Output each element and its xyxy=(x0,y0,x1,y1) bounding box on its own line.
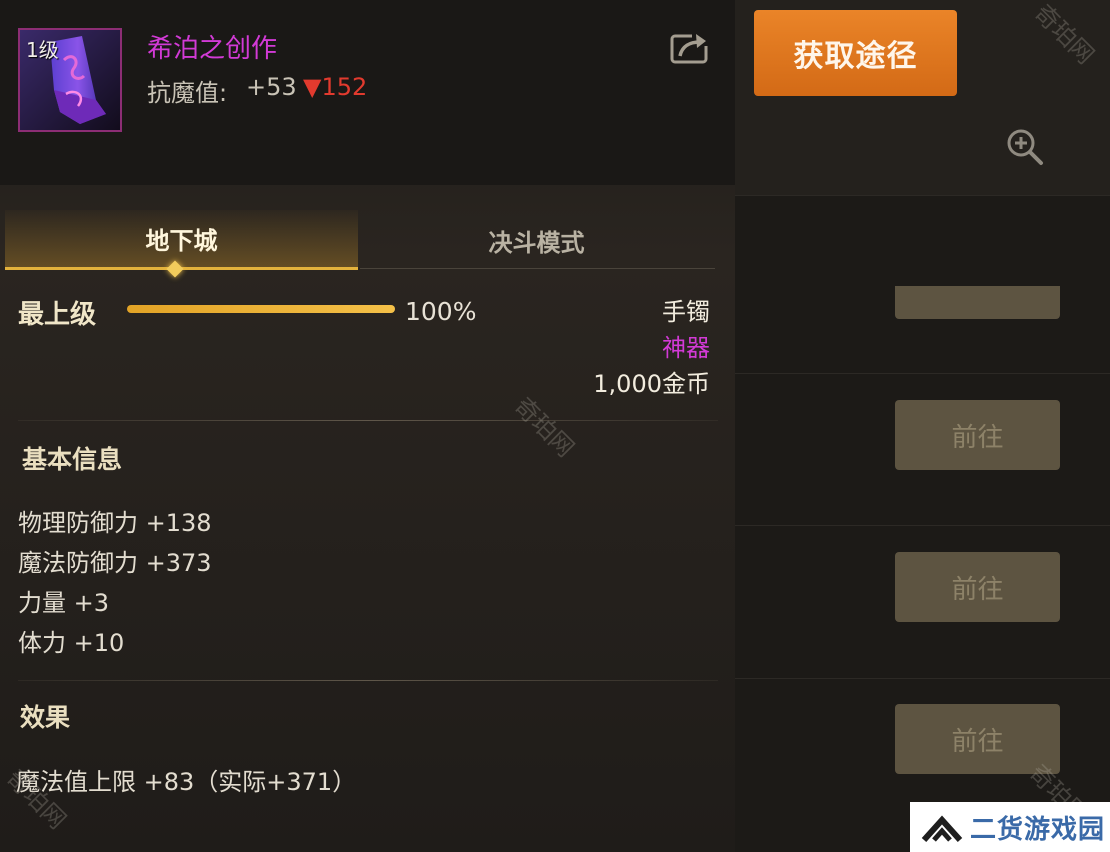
resist-delta: ▼152 xyxy=(303,73,368,101)
goto-button-partial[interactable] xyxy=(895,286,1060,319)
list-divider xyxy=(735,373,1110,374)
stat-line: 魔法防御力 +373 xyxy=(18,549,212,577)
site-logo: 二货游戏园 xyxy=(910,802,1110,852)
item-detail-panel: 1级 希泊之创作 抗魔值: +53 ▼152 地下城 决斗模式 最上级 100%… xyxy=(0,0,735,852)
grade-bar xyxy=(127,305,395,313)
section-divider xyxy=(18,420,718,421)
resist-label: 抗魔值: xyxy=(147,79,228,107)
item-level: 1级 xyxy=(26,38,59,62)
effect-line: 魔法值上限 +83（实际+371） xyxy=(16,768,357,796)
stat-line: 力量 +3 xyxy=(18,589,110,617)
list-divider xyxy=(735,195,1110,196)
share-icon[interactable] xyxy=(670,30,710,64)
section-divider xyxy=(18,680,718,681)
list-divider xyxy=(735,678,1110,679)
zoom-in-icon[interactable] xyxy=(1005,127,1045,167)
chevron-logo-icon xyxy=(921,815,963,843)
item-price: 1,000金币 xyxy=(593,370,710,398)
tab-dungeon[interactable]: 地下城 xyxy=(5,210,358,270)
goto-button[interactable]: 前往 xyxy=(895,552,1060,622)
basic-info-title: 基本信息 xyxy=(22,445,123,474)
item-name: 希泊之创作 xyxy=(147,34,278,64)
stat-line: 体力 +10 xyxy=(18,629,125,657)
tab-duel-mode[interactable]: 决斗模式 xyxy=(360,210,713,270)
bracelet-item-icon: 1级 xyxy=(18,28,122,132)
grade-label: 最上级 xyxy=(18,300,97,330)
item-slot: 手镯 xyxy=(662,298,710,326)
list-divider xyxy=(735,525,1110,526)
grade-percent: 100% xyxy=(405,297,477,326)
goto-button[interactable]: 前往 xyxy=(895,704,1060,774)
effects-title: 效果 xyxy=(20,703,71,732)
site-logo-text: 二货游戏园 xyxy=(970,814,1106,845)
grade-bar-fill xyxy=(127,305,395,313)
stat-line: 物理防御力 +138 xyxy=(18,509,212,537)
item-rarity: 神器 xyxy=(662,334,710,362)
acquire-route-button[interactable]: 获取途径 xyxy=(754,10,957,96)
goto-button[interactable]: 前往 xyxy=(895,400,1060,470)
tab-underline xyxy=(360,268,715,269)
resist-value: +53 xyxy=(246,73,297,101)
